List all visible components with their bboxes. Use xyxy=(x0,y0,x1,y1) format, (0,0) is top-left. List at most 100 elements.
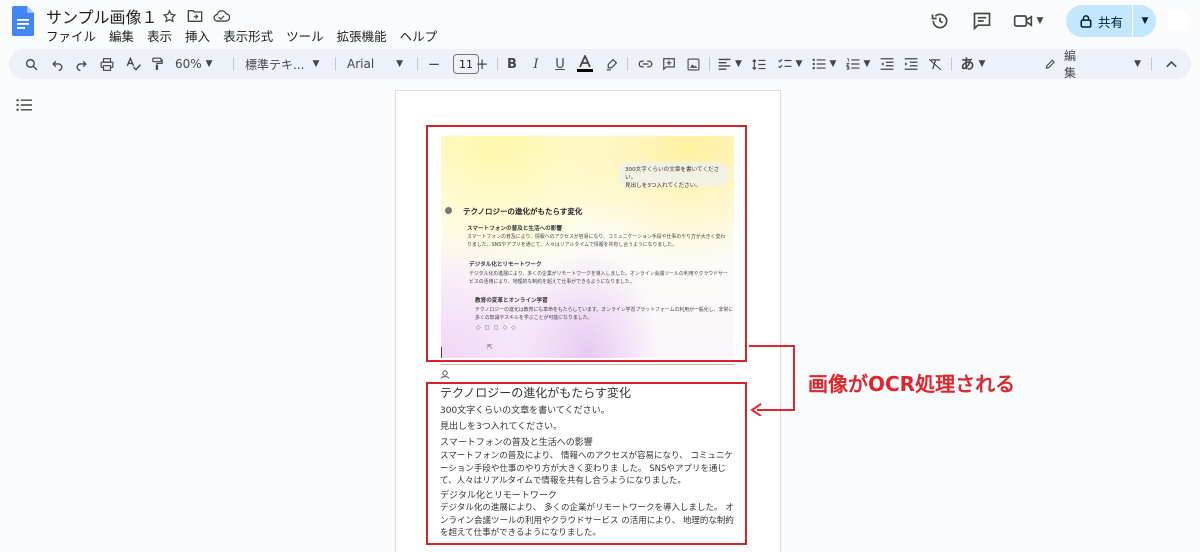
menu-format[interactable]: 表示形式 xyxy=(223,26,279,45)
mode-label: 編集 xyxy=(1064,49,1077,80)
input-tools-button[interactable]: あ ▼ xyxy=(957,49,989,79)
italic-button[interactable]: I xyxy=(527,49,545,79)
menu-insert[interactable]: 挿入 xyxy=(185,26,216,45)
insert-link-button[interactable] xyxy=(635,49,655,79)
highlighter-icon xyxy=(606,58,617,71)
ocr-highlight-box xyxy=(426,382,747,545)
editing-mode-select[interactable]: 編集 ▼ xyxy=(1045,49,1141,80)
align-caret-icon: ▼ xyxy=(735,59,742,69)
version-history-button[interactable] xyxy=(922,5,958,37)
font-family-select[interactable]: Arial ▼ xyxy=(347,49,409,79)
text-color-button[interactable] xyxy=(575,49,595,79)
clear-formatting-button[interactable] xyxy=(925,49,945,79)
undo-button[interactable] xyxy=(47,49,67,79)
video-camera-icon xyxy=(1013,15,1032,27)
underline-button[interactable]: U xyxy=(551,49,569,79)
image-icon xyxy=(687,58,699,70)
move-folder-icon[interactable] xyxy=(184,6,206,26)
chevron-down-icon: ▼ xyxy=(1036,16,1044,26)
add-comment-button[interactable] xyxy=(659,49,679,79)
increase-indent-button[interactable] xyxy=(901,49,921,79)
checklist-button[interactable]: ▼ xyxy=(775,49,805,79)
comments-button[interactable] xyxy=(964,5,1000,37)
menu-file[interactable]: ファイル xyxy=(46,26,102,45)
paint-format-button[interactable] xyxy=(147,49,167,79)
share-label: 共有 xyxy=(1098,14,1124,30)
app-header: サンプル画像１ ファイル 編集 表示 挿入 表示形式 ツール 拡張機能 ヘルプ … xyxy=(0,0,1200,46)
hide-menus-button[interactable] xyxy=(1161,49,1181,79)
comment-icon xyxy=(973,12,991,31)
increase-font-size-button[interactable]: + xyxy=(473,49,491,79)
checklist-icon xyxy=(777,58,791,69)
font-caret-icon: ▼ xyxy=(396,59,404,69)
menu-view[interactable]: 表示 xyxy=(147,26,178,45)
add-comment-icon xyxy=(663,58,675,71)
redo-button[interactable] xyxy=(71,49,91,79)
zoom-value: 60% xyxy=(175,57,202,71)
paragraph-style-select[interactable]: 標準テキ... ▼ xyxy=(245,49,327,79)
bold-button[interactable]: B xyxy=(503,49,521,79)
minus-icon: − xyxy=(427,55,441,73)
person-icon xyxy=(440,370,450,379)
highlight-color-button[interactable] xyxy=(601,49,621,79)
pencil-icon xyxy=(1045,59,1055,69)
cloud-saved-icon[interactable] xyxy=(210,6,232,26)
search-icon xyxy=(25,58,37,70)
menu-edit[interactable]: 編集 xyxy=(109,26,140,45)
avatar[interactable] xyxy=(1168,11,1188,31)
share-caret-icon: ▼ xyxy=(1141,16,1149,26)
indent-increase-icon xyxy=(904,58,918,70)
print-button[interactable] xyxy=(97,49,117,79)
google-docs-logo-icon[interactable] xyxy=(12,6,34,36)
mode-caret-icon: ▼ xyxy=(1134,59,1141,69)
annotation-label: 画像がOCR処理される xyxy=(808,372,1016,396)
redo-icon xyxy=(76,60,87,71)
insert-image-button[interactable] xyxy=(683,49,703,79)
menu-help[interactable]: ヘルプ xyxy=(400,26,444,45)
style-value: 標準テキ... xyxy=(245,57,305,72)
checklist-caret-icon: ▼ xyxy=(795,59,803,69)
line-spacing-icon xyxy=(752,58,766,70)
numbered-list-button[interactable]: ▼ xyxy=(843,49,873,79)
align-button[interactable]: ▼ xyxy=(715,49,745,79)
outline-list-icon xyxy=(16,99,32,111)
indent-decrease-icon xyxy=(880,58,894,70)
menu-bar: ファイル 編集 表示 挿入 表示形式 ツール 拡張機能 ヘルプ xyxy=(46,26,450,45)
bulleted-list-button[interactable]: ▼ xyxy=(809,49,839,79)
spellcheck-button[interactable] xyxy=(123,49,143,79)
history-icon xyxy=(931,13,948,29)
bold-icon: B xyxy=(507,56,517,72)
text-color-icon xyxy=(577,55,593,72)
share-button[interactable]: 共有 ▼ xyxy=(1066,5,1156,37)
document-outline-button[interactable] xyxy=(16,97,32,116)
horizontal-rule xyxy=(441,364,734,365)
star-icon[interactable] xyxy=(158,6,180,26)
decrease-font-size-button[interactable]: − xyxy=(425,49,443,79)
font-value: Arial xyxy=(347,57,375,71)
spellcheck-icon xyxy=(126,57,141,71)
search-menus-button[interactable] xyxy=(21,49,41,79)
line-spacing-button[interactable] xyxy=(749,49,769,79)
undo-icon xyxy=(51,60,62,71)
menu-tools[interactable]: ツール xyxy=(286,26,330,45)
style-caret-icon: ▼ xyxy=(312,59,320,69)
bullets-caret-icon: ▼ xyxy=(829,59,837,69)
chevron-up-icon xyxy=(1165,60,1177,68)
link-icon xyxy=(638,60,652,68)
ime-label: あ xyxy=(960,57,975,73)
zoom-caret-icon: ▼ xyxy=(205,59,213,69)
image-highlight-box xyxy=(426,125,747,362)
plus-icon: + xyxy=(475,55,489,73)
paint-roller-icon xyxy=(151,57,163,70)
menu-extensions[interactable]: 拡張機能 xyxy=(337,26,393,45)
bulleted-list-icon xyxy=(812,58,825,70)
share-dropdown-button[interactable]: ▼ xyxy=(1136,5,1154,37)
print-icon xyxy=(100,57,114,71)
meet-button[interactable]: ▼ xyxy=(1006,5,1050,37)
decrease-indent-button[interactable] xyxy=(877,49,897,79)
underline-icon: U xyxy=(555,56,565,72)
zoom-select[interactable]: 60% ▼ xyxy=(175,49,225,79)
document-title[interactable]: サンプル画像１ xyxy=(46,4,158,28)
formatting-toolbar: 60% ▼ 標準テキ... ▼ Arial ▼ − 11 + B I U ▼ ▼… xyxy=(9,49,1191,80)
lock-icon xyxy=(1080,15,1092,28)
